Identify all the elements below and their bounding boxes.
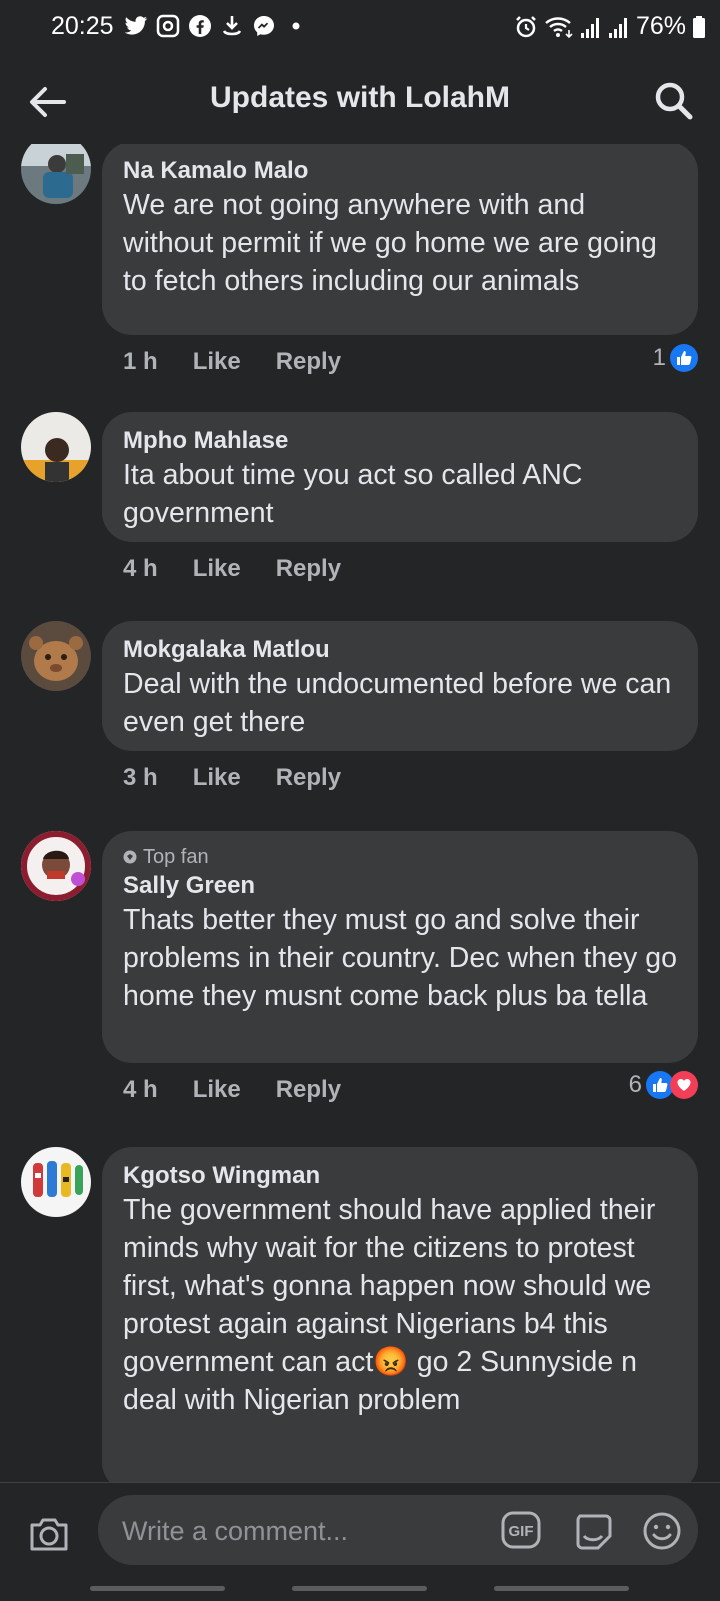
emoji-button[interactable] [641,1510,683,1552]
comment-time[interactable]: 1 h [123,348,158,376]
more-notifications-dot-icon [284,14,308,38]
love-reaction-icon [670,1071,698,1099]
like-button[interactable]: Like [193,348,241,376]
nav-back-button[interactable] [494,1586,629,1591]
comment-text: We are not going anywhere with and witho… [123,189,657,297]
reactions-summary[interactable]: 6 [629,1071,698,1099]
nav-home-button[interactable] [292,1586,427,1591]
comment-author[interactable]: Mokgalaka Matlou [123,635,678,665]
system-navigation-bar [0,1582,720,1600]
status-bar: 20:25 76% [0,0,720,54]
twitter-icon [124,14,148,38]
comment-bubble[interactable]: Mpho Mahlase Ita about time you act so c… [102,412,698,542]
reaction-count: 6 [628,1071,642,1098]
comment-bubble[interactable]: Na Kamalo Malo We are not going anywhere… [102,144,698,335]
camera-icon [30,1518,68,1551]
comment-text: Deal with the undocumented before we can… [123,668,672,738]
status-time: 20:25 [51,12,114,40]
comment-actions: 4 h Like Reply [123,1076,341,1104]
diamond-icon [123,850,137,864]
comment-time[interactable]: 3 h [123,764,158,792]
avatar[interactable] [21,1147,91,1217]
page-title: Updates with LolahM [210,81,510,114]
like-reaction-icon [670,344,698,372]
emoji-icon [643,1512,681,1550]
comment-author[interactable]: Sally Green [123,871,678,901]
top-fan-badge: Top fan [123,845,678,869]
signal-icon-1 [580,15,602,39]
reactions-summary[interactable]: 1 [653,344,698,372]
comment-actions: 1 h Like Reply [123,348,341,376]
messenger-icon [252,14,276,38]
comment-text: Ita about time you act so called ANC gov… [123,459,583,529]
avatar[interactable] [21,831,91,901]
search-button[interactable] [652,79,696,123]
angry-emoji-icon: 😡 [373,1346,409,1378]
system-status: 76% [514,12,706,41]
comment-time[interactable]: 4 h [123,1076,158,1104]
wifi-icon [544,15,574,39]
comment-bubble[interactable]: Mokgalaka Matlou Deal with the undocumen… [102,621,698,751]
top-fan-label: Top fan [143,846,209,868]
comment-author[interactable]: Na Kamalo Malo [123,156,678,186]
battery-icon [692,15,706,39]
reply-button[interactable]: Reply [276,1076,341,1104]
comment-author[interactable]: Kgotso Wingman [123,1161,678,1191]
comment-input[interactable] [120,1509,464,1553]
facebook-icon [188,14,212,38]
reaction-count: 1 [652,344,666,371]
reply-button[interactable]: Reply [276,555,341,583]
like-button[interactable]: Like [193,764,241,792]
camera-button[interactable] [26,1511,72,1557]
comment-actions: 4 h Like Reply [123,555,341,583]
comment-author[interactable]: Mpho Mahlase [123,426,678,456]
avatar[interactable] [21,621,91,691]
comment-actions: 3 h Like Reply [123,764,341,792]
gif-icon: GIF [501,1511,541,1549]
signal-icon-2 [608,15,630,39]
sticker-button[interactable] [572,1510,614,1552]
avatar[interactable] [21,144,91,204]
like-button[interactable]: Like [193,1076,241,1104]
search-icon [655,82,693,120]
battery-percentage: 76% [635,12,686,40]
notification-icons [124,14,308,38]
reply-button[interactable]: Reply [276,764,341,792]
comment-input-wrapper[interactable]: GIF [98,1495,698,1565]
comments-list[interactable]: Na Kamalo Malo We are not going anywhere… [0,144,720,1482]
comment-text: The government should have applied their… [123,1191,678,1419]
alarm-icon [514,15,538,39]
avatar[interactable] [21,412,91,482]
gif-button[interactable]: GIF [501,1511,541,1549]
download-icon [220,14,244,38]
comment-bubble[interactable]: Top fan Sally Green Thats better they mu… [102,831,698,1063]
gif-label: GIF [509,1523,534,1540]
app-bar: Updates with LolahM [0,54,720,144]
gallery-icon [156,14,180,38]
nav-recent-button[interactable] [90,1586,225,1591]
comment-bubble[interactable]: Kgotso Wingman The government should hav… [102,1147,698,1482]
reply-button[interactable]: Reply [276,348,341,376]
sticker-icon [576,1514,612,1550]
like-button[interactable]: Like [193,555,241,583]
comment-time[interactable]: 4 h [123,555,158,583]
comment-text: Thats better they must go and solve thei… [123,904,677,1012]
